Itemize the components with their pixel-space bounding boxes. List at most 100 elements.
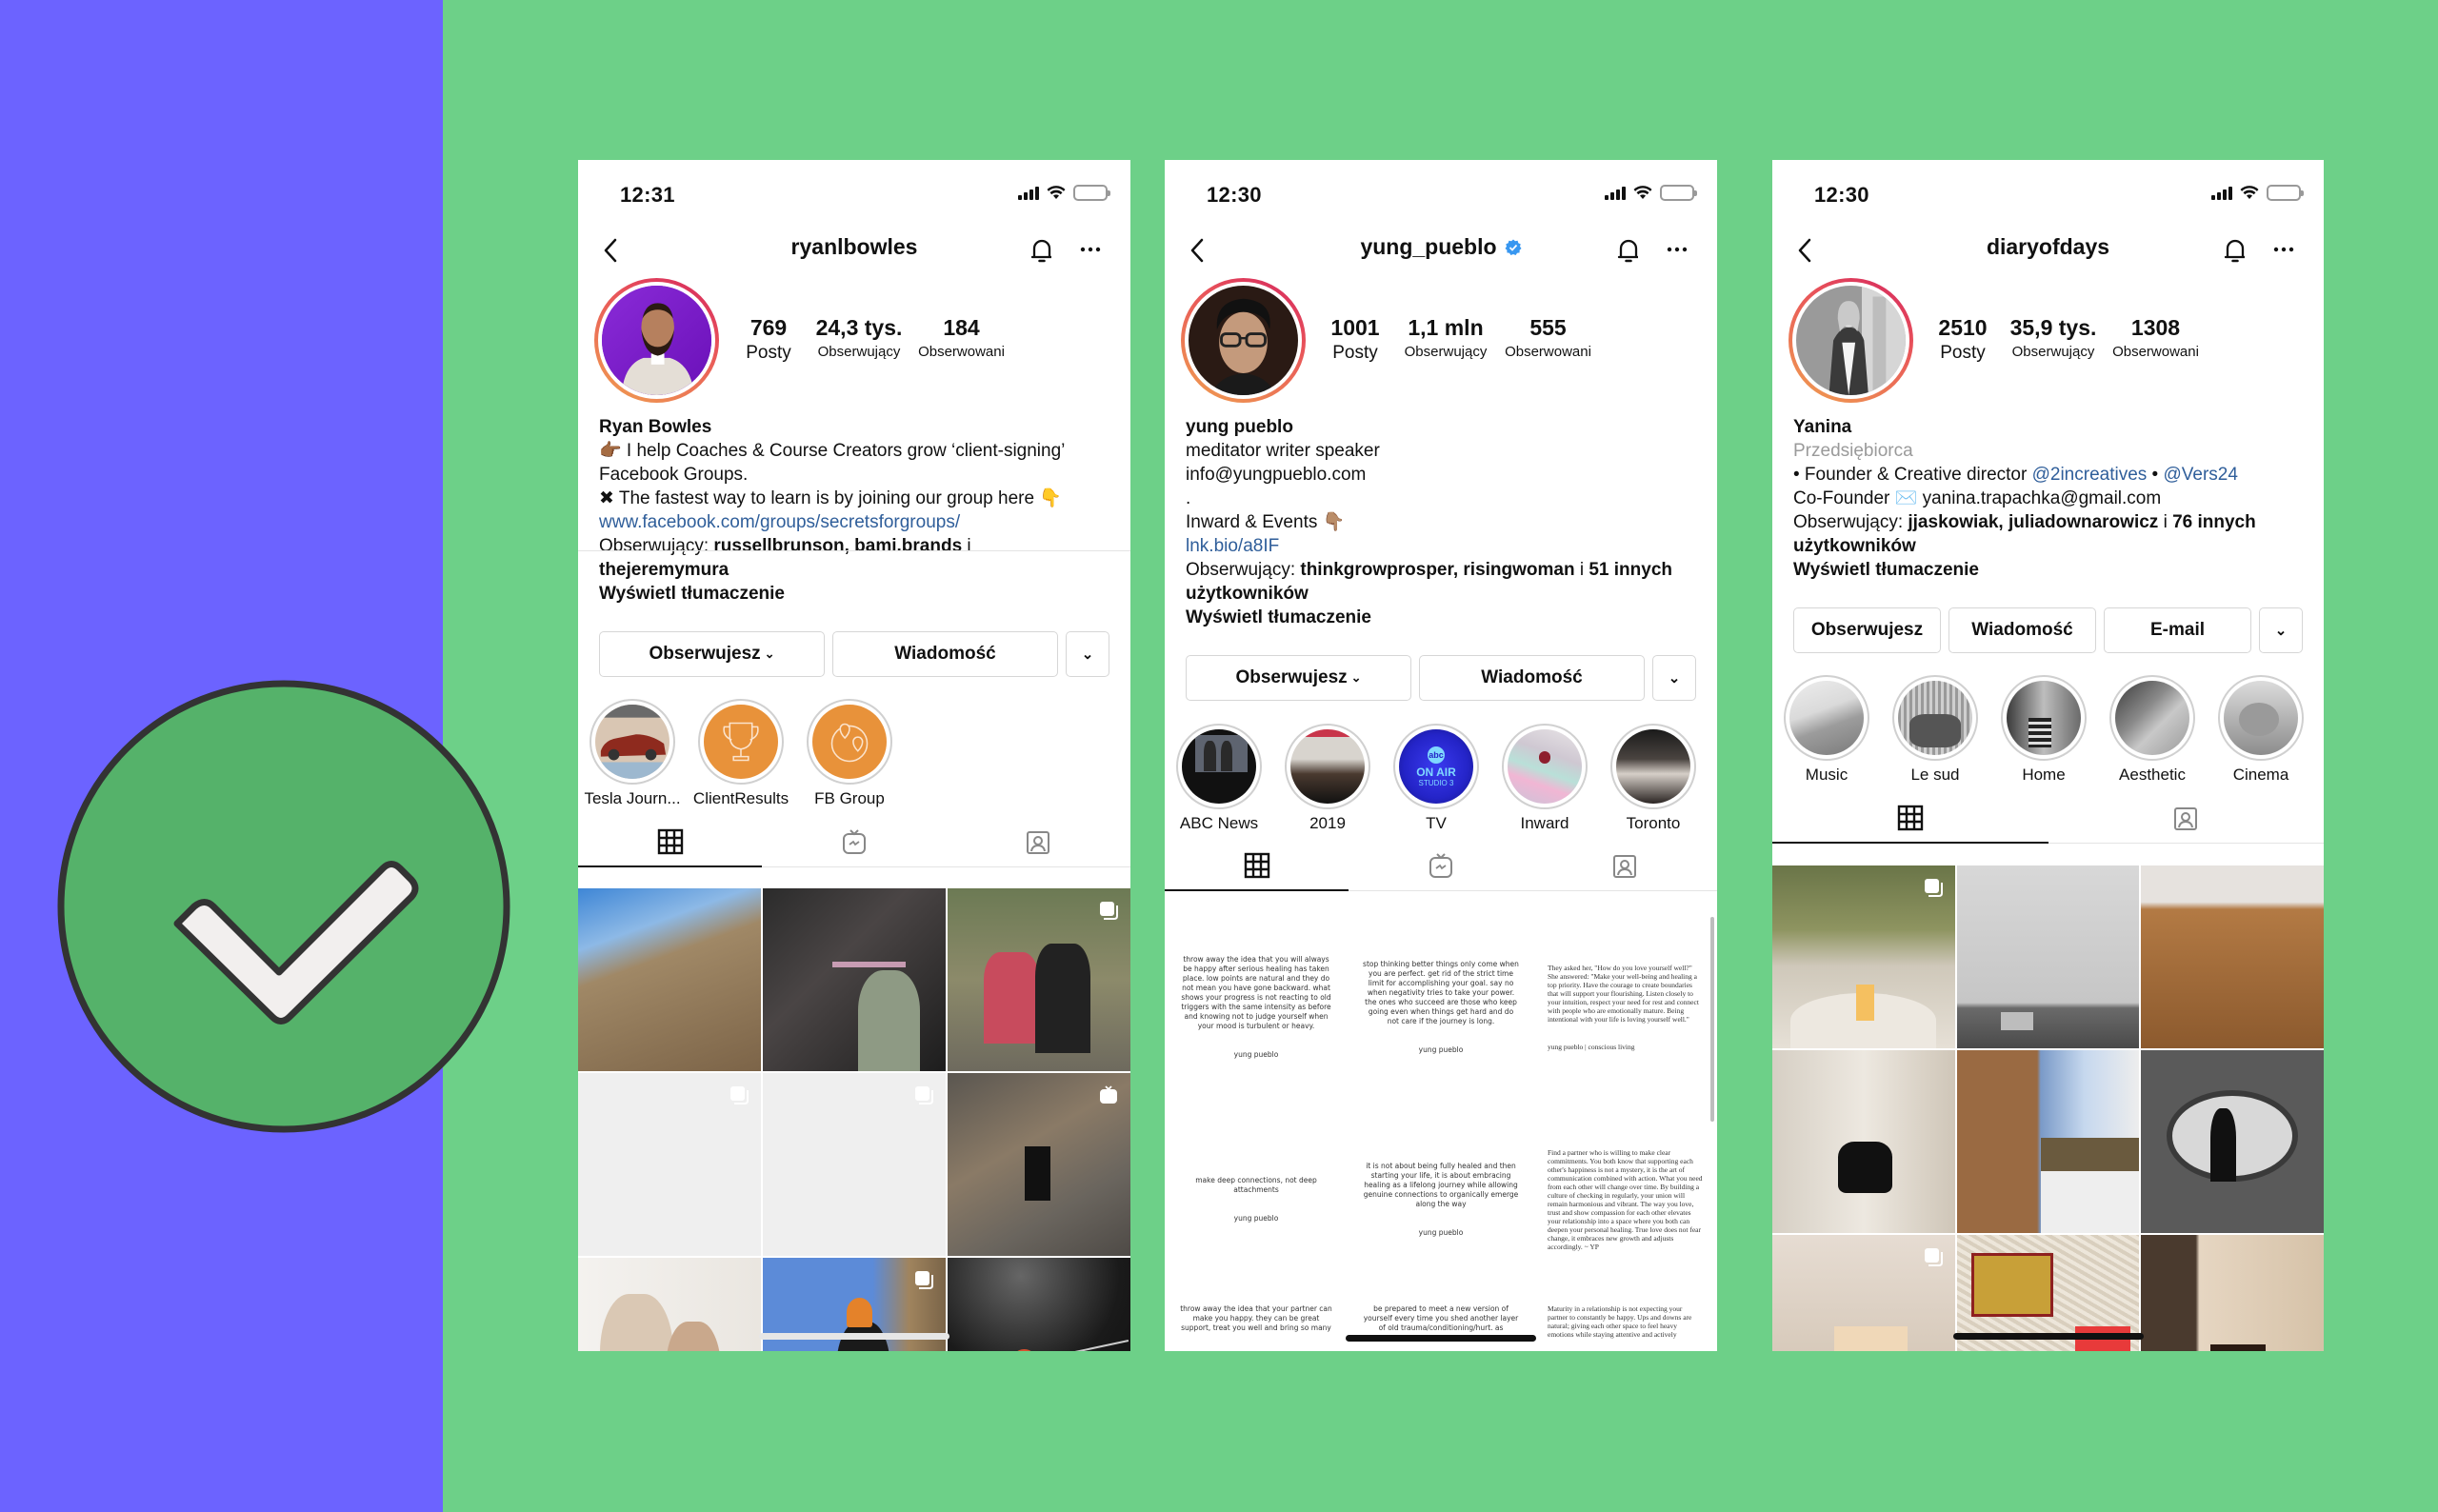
following-button[interactable]: Obserwujesz	[1793, 607, 1941, 653]
post-thumbnail[interactable]	[1772, 1050, 1955, 1233]
posts-grid	[1772, 865, 2324, 1351]
mention-link[interactable]: @Vers24	[2163, 465, 2237, 485]
notification-bell-icon[interactable]	[1612, 234, 1645, 267]
post-thumbnail[interactable]	[1956, 865, 2140, 1048]
see-translation-link[interactable]: Wyświetl tłumaczenie	[1186, 606, 1700, 629]
followed-by-more[interactable]: użytkowników	[1793, 534, 2307, 558]
post-thumbnail[interactable]: make deep connections, not deep attachme…	[1165, 1104, 1348, 1295]
post-thumbnail[interactable]	[2141, 1050, 2324, 1233]
highlight-item[interactable]: Tesla Journ...	[578, 699, 687, 808]
post-thumbnail[interactable]: Maturity in a relationship is not expect…	[1534, 1297, 1717, 1351]
highlight-item[interactable]: Music	[1772, 675, 1881, 785]
post-thumbnail[interactable]	[578, 888, 761, 1071]
stat-following[interactable]: 1308 Obserwowani	[2106, 315, 2206, 364]
message-button[interactable]: Wiadomość	[1419, 655, 1645, 701]
igtv-icon	[1100, 1085, 1117, 1104]
stat-followers[interactable]: 35,9 tys. Obserwujący	[2001, 315, 2106, 364]
tab-posts-grid[interactable]	[1772, 792, 2048, 844]
more-options-icon[interactable]	[2272, 238, 2295, 261]
highlight-item[interactable]: Le sud	[1881, 675, 1989, 785]
status-bar: 12:30	[1772, 160, 2324, 227]
stat-posts[interactable]: 2510 Posty	[1925, 315, 2001, 364]
see-translation-link[interactable]: Wyświetl tłumaczenie	[1793, 558, 2307, 582]
post-thumbnail[interactable]	[2141, 1235, 2324, 1351]
tab-igtv[interactable]	[762, 816, 946, 866]
post-thumbnail[interactable]	[948, 888, 1130, 1071]
more-options-icon[interactable]	[1666, 238, 1689, 261]
profile-tabs	[578, 816, 1130, 867]
stat-posts[interactable]: 1001 Posty	[1317, 315, 1393, 364]
post-thumbnail[interactable]	[1956, 1050, 2140, 1233]
highlight-item[interactable]: FB Group	[795, 699, 904, 808]
quote-text: Find a partner who is willing to make cl…	[1548, 1148, 1703, 1251]
post-thumbnail[interactable]	[948, 1258, 1130, 1351]
highlight-item[interactable]: ClientResults	[687, 699, 795, 808]
post-thumbnail[interactable]: They asked her, "How do you love yoursel…	[1534, 912, 1717, 1103]
highlight-item[interactable]: 2019	[1273, 724, 1382, 833]
followed-by-more[interactable]: thejeremymura	[599, 558, 1113, 582]
post-thumbnail[interactable]	[578, 1073, 761, 1256]
post-thumbnail[interactable]	[1772, 865, 1955, 1048]
tab-tagged[interactable]	[1533, 840, 1717, 890]
scrollbar[interactable]	[1710, 917, 1714, 1122]
stat-followers[interactable]: 24,3 tys. Obserwujący	[807, 315, 911, 364]
highlight-item[interactable]: ABC News	[1165, 724, 1273, 833]
email-button[interactable]: E-mail	[2104, 607, 2251, 653]
phone-screen-ryanlbowles: 12:31 ryanlbowles 769 Posty 24,3 tys. Obse…	[578, 160, 1130, 1351]
stat-followers[interactable]: 1,1 mln Obserwujący	[1393, 315, 1498, 364]
profile-stats: 769 Posty 24,3 tys. Obserwujący 184 Obserwo…	[730, 315, 1011, 364]
tab-tagged[interactable]	[2048, 792, 2325, 843]
post-thumbnail[interactable]: stop thinking better things only come wh…	[1349, 912, 1532, 1103]
profile-avatar[interactable]	[594, 278, 719, 403]
post-thumbnail[interactable]	[948, 1073, 1130, 1256]
more-options-icon[interactable]	[1079, 238, 1102, 261]
notification-bell-icon[interactable]	[2219, 234, 2251, 267]
post-thumbnail[interactable]	[1772, 1235, 1955, 1351]
message-button[interactable]: Wiadomość	[832, 631, 1058, 677]
post-thumbnail[interactable]	[763, 888, 946, 1071]
profile-avatar[interactable]	[1789, 278, 1913, 403]
highlight-item[interactable]: Toronto	[1599, 724, 1708, 833]
highlight-item[interactable]: Home	[1989, 675, 2098, 785]
post-thumbnail[interactable]: throw away the idea that your partner ca…	[1165, 1297, 1348, 1351]
tab-posts-grid[interactable]	[1165, 840, 1349, 891]
bio-line: meditator writer speaker	[1186, 441, 1380, 461]
grid-icon	[1897, 805, 1923, 830]
stat-following[interactable]: 184 Obserwowani	[911, 315, 1011, 364]
highlight-item[interactable]: Aesthetic	[2098, 675, 2207, 785]
followed-by[interactable]: Obserwujący: thinkgrowprosper, risingwom…	[1186, 558, 1700, 582]
stat-posts[interactable]: 769 Posty	[730, 315, 807, 364]
chevron-down-icon: ⌄	[764, 647, 775, 661]
followed-by[interactable]: Obserwujący: jjaskowiak, juliadownarowic…	[1793, 510, 2307, 534]
bio-link[interactable]: lnk.bio/a8IF	[1186, 534, 1700, 558]
mention-link[interactable]: @2increatives	[2032, 465, 2148, 485]
tab-posts-grid[interactable]	[578, 816, 763, 867]
post-thumbnail[interactable]: Find a partner who is willing to make cl…	[1534, 1104, 1717, 1295]
followed-by-more[interactable]: użytkowników	[1186, 582, 1700, 606]
message-button[interactable]: Wiadomość	[1948, 607, 2096, 653]
suggested-accounts-button[interactable]: ⌄	[1652, 655, 1696, 701]
notification-bell-icon[interactable]	[1026, 234, 1058, 267]
highlight-item[interactable]: abc ON AIR STUDIO 3 TV	[1382, 724, 1490, 833]
post-thumbnail[interactable]: be prepared to meet a new version of you…	[1349, 1297, 1532, 1351]
post-thumbnail[interactable]	[2141, 865, 2324, 1048]
following-button[interactable]: Obserwujesz ⌄	[1186, 655, 1411, 701]
quote-signature: yung pueblo	[1233, 1214, 1279, 1223]
post-thumbnail[interactable]	[578, 1258, 761, 1351]
battery-icon	[2267, 185, 2304, 201]
tab-igtv[interactable]	[1349, 840, 1532, 890]
globe-pin-icon	[830, 723, 869, 763]
stat-following[interactable]: 555 Obserwowani	[1498, 315, 1598, 364]
post-thumbnail[interactable]: throw away the idea that you will always…	[1165, 912, 1348, 1103]
suggested-accounts-button[interactable]: ⌄	[1066, 631, 1109, 677]
post-thumbnail[interactable]: it is not about being fully healed and t…	[1349, 1104, 1532, 1295]
phone-screen-diaryofdays: 12:30 diaryofdays 2510 Posty 35,9 tys. Obs…	[1772, 160, 2324, 1351]
suggested-accounts-button[interactable]: ⌄	[2259, 607, 2303, 653]
following-button[interactable]: Obserwujesz ⌄	[599, 631, 825, 677]
see-translation-link[interactable]: Wyświetl tłumaczenie	[599, 582, 1113, 606]
tab-tagged[interactable]	[947, 816, 1130, 866]
highlight-item[interactable]: Inward	[1490, 724, 1599, 833]
highlight-item[interactable]: Cinema	[2207, 675, 2315, 785]
post-thumbnail[interactable]	[763, 1073, 946, 1256]
profile-avatar[interactable]	[1181, 278, 1306, 403]
